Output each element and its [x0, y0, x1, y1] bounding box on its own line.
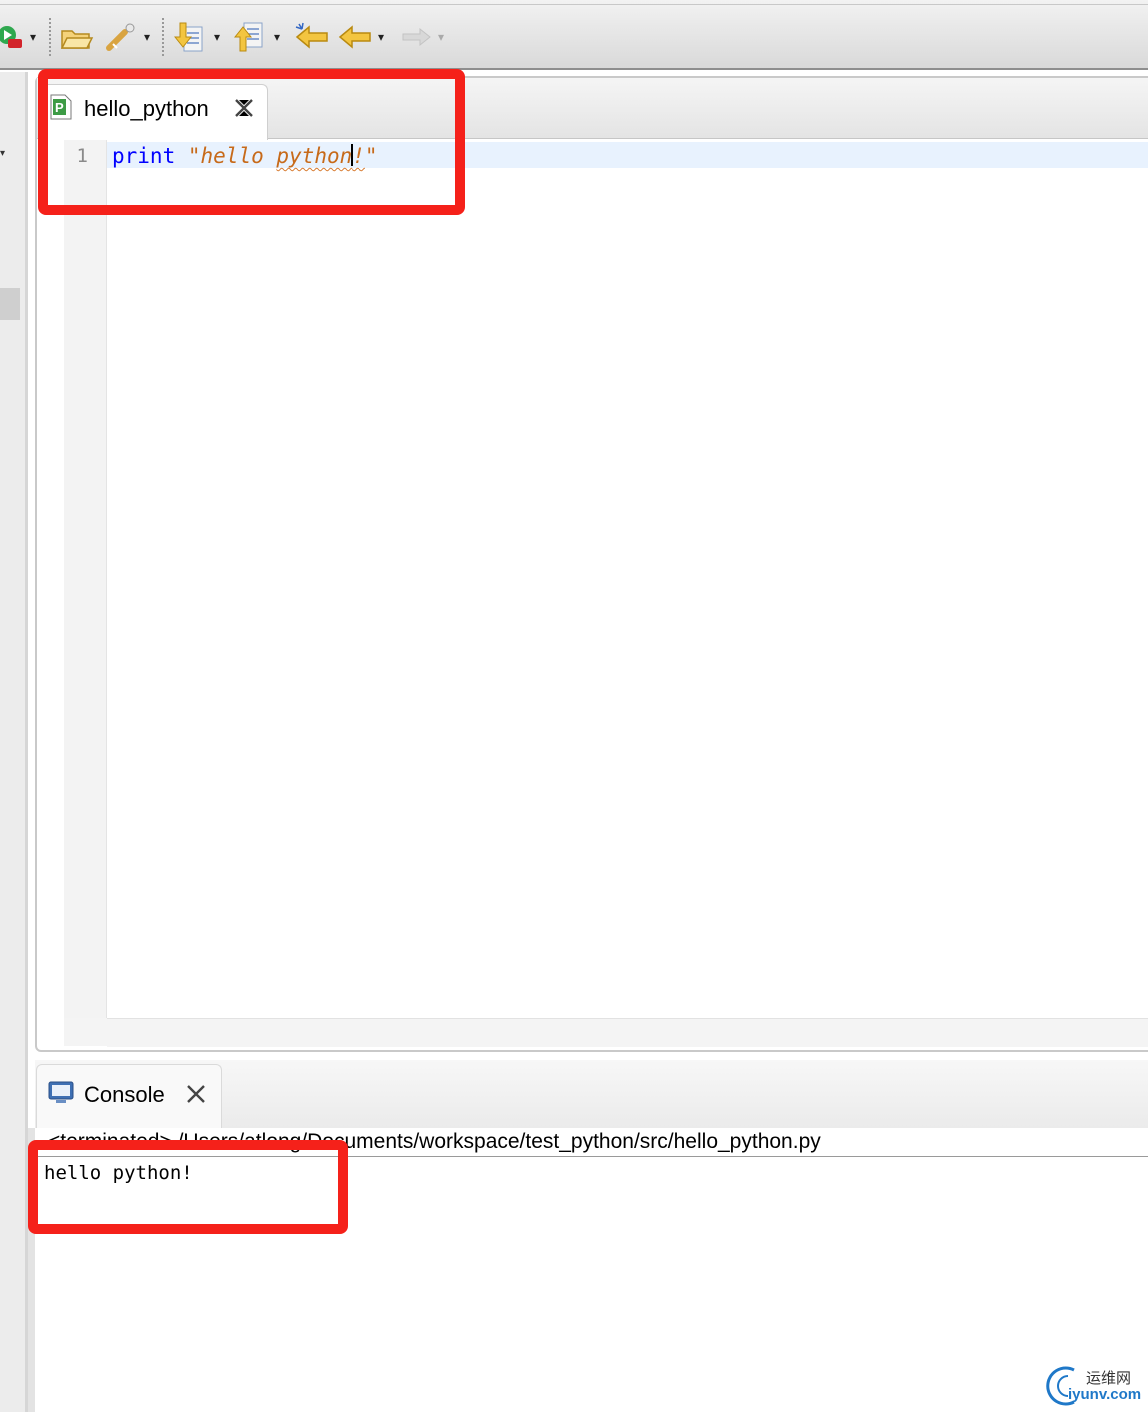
next-annotation-dropdown[interactable]: ▾ [214, 30, 220, 44]
back-dropdown-arrow[interactable]: ▾ [378, 30, 384, 44]
close-icon[interactable] [184, 1082, 208, 1106]
toolbar-top-border [0, 4, 1148, 5]
toolbar-separator [162, 18, 164, 56]
forward-dropdown-arrow[interactable]: ▾ [438, 30, 444, 44]
line-number-gutter [64, 140, 107, 1018]
prev-annotation-dropdown[interactable]: ▾ [274, 30, 280, 44]
editor-pane [35, 76, 1148, 1052]
left-panel-strip [0, 72, 25, 1412]
prev-annotation-icon[interactable] [234, 20, 266, 54]
run-debug-icon[interactable] [0, 20, 26, 54]
wand-icon[interactable] [105, 20, 141, 54]
back-icon[interactable] [338, 20, 374, 54]
gutter-bottom [64, 1018, 107, 1046]
left-panel-selection[interactable] [0, 288, 20, 320]
annotation-box-console [28, 1140, 348, 1234]
open-folder-icon[interactable] [60, 20, 94, 54]
watermark-text-en: iyunv.com [1068, 1386, 1142, 1403]
main-toolbar [0, 0, 1148, 70]
console-tab-label[interactable]: Console [84, 1082, 165, 1108]
console-icon [47, 1080, 75, 1111]
toolbar-separator [49, 18, 51, 56]
forward-icon[interactable] [400, 20, 432, 54]
wand-dropdown-arrow[interactable]: ▾ [144, 30, 150, 44]
horizontal-scrollbar[interactable] [107, 1018, 1148, 1047]
annotation-box-editor [38, 69, 465, 215]
next-annotation-icon[interactable] [174, 20, 206, 54]
run-dropdown-arrow[interactable]: ▾ [30, 30, 36, 44]
left-panel-dropdown-icon[interactable]: ▾ [0, 148, 5, 159]
watermark-text-cn: 运维网 [1086, 1370, 1132, 1387]
last-edit-location-icon[interactable] [295, 20, 331, 54]
